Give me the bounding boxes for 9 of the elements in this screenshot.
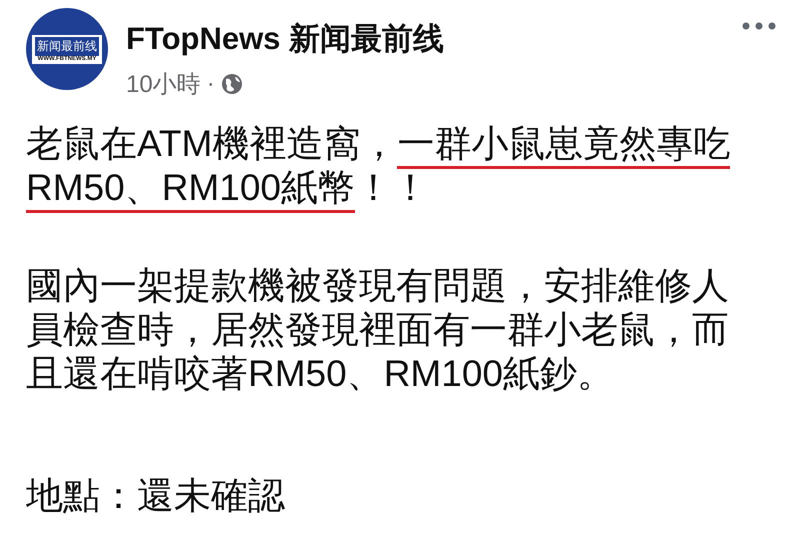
- post-paragraph: 老鼠在ATM機裡造窩，一群小鼠崽竟然專吃RM50、RM100紙幣！！: [26, 122, 756, 210]
- globe-icon: [220, 73, 243, 95]
- post-time[interactable]: 10小時: [126, 68, 201, 100]
- page-name[interactable]: FTopNews 新闻最前线: [126, 18, 444, 60]
- post-paragraph: 國內一架提款機被發現有問題，安排維修人員檢查時，居然發現裡面有一群小老鼠，而且還在啃咬著RM50、RM100紙鈔。: [26, 264, 730, 396]
- post-paragraph: 地點：還未確認: [26, 474, 286, 518]
- separator: ·: [206, 70, 215, 98]
- logo-title: 新闻最前线: [35, 36, 99, 56]
- more-options-icon[interactable]: [742, 22, 776, 30]
